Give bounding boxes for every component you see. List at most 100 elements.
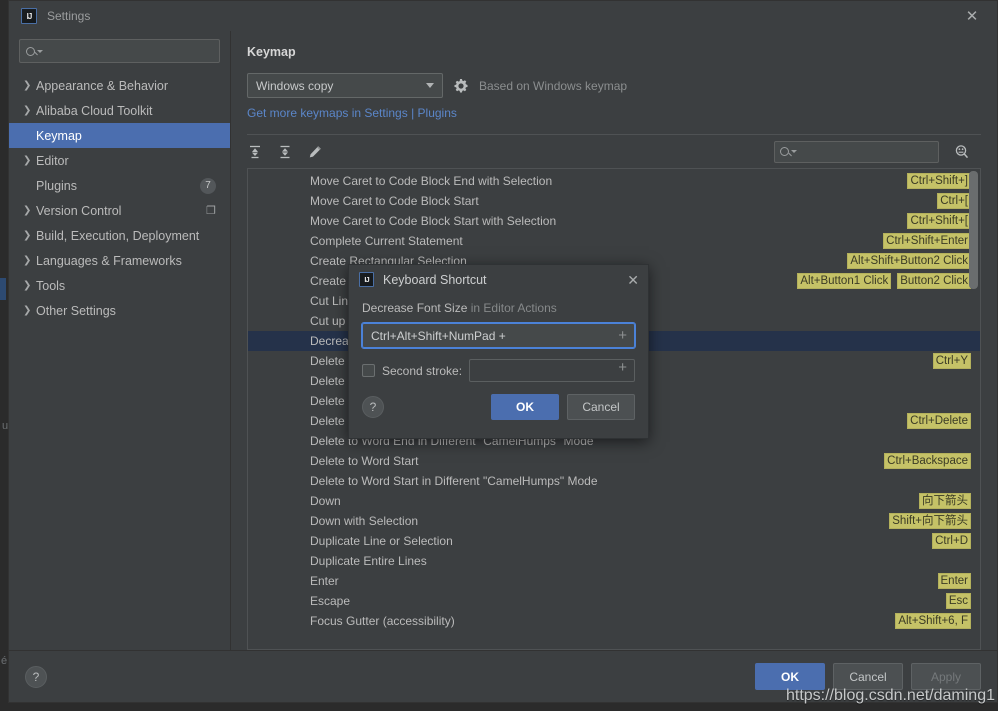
sidebar-item-build-execution-deployment[interactable]: ❯Build, Execution, Deployment (9, 223, 230, 248)
sidebar-item-label: Tools (36, 279, 65, 293)
chevron-right-icon[interactable]: ❯ (23, 205, 36, 216)
close-icon[interactable]: ✕ (627, 273, 639, 287)
action-row[interactable]: Move Caret to Code Block End with Select… (248, 171, 980, 191)
action-row[interactable]: Enter Enter (248, 571, 980, 591)
screen-root: u é IJ Settings ✕ ❯Appearance & Behavior… (0, 0, 998, 711)
action-row[interactable]: Down 向下箭头 (248, 491, 980, 511)
action-search-field[interactable] (774, 141, 939, 163)
sidebar-item-label: Other Settings (36, 304, 116, 318)
find-by-shortcut-icon[interactable] (953, 143, 971, 161)
sidebar-item-label: Keymap (36, 129, 82, 143)
dialog-cancel-button[interactable]: Cancel (567, 394, 635, 420)
first-stroke-value: Ctrl+Alt+Shift+NumPad + (371, 329, 506, 343)
cancel-button[interactable]: Cancel (833, 663, 903, 690)
shortcut-badge: Ctrl+Shift+[ (907, 213, 971, 229)
keymap-toolbar (247, 135, 981, 168)
dialog-ok-button[interactable]: OK (491, 394, 559, 420)
background-artifact (0, 278, 6, 300)
chevron-right-icon[interactable]: ❯ (23, 155, 36, 166)
sidebar-item-keymap[interactable]: Keymap (9, 123, 230, 148)
vertical-scrollbar[interactable] (969, 171, 978, 289)
action-row[interactable]: Delete to Word Start in Different "Camel… (248, 471, 980, 491)
action-name: Move Caret to Code Block End with Select… (248, 174, 552, 188)
sidebar-item-tools[interactable]: ❯Tools (9, 273, 230, 298)
shortcut-badge: Ctrl+Y (933, 353, 971, 369)
shortcut-badge: Alt+Shift+Button2 Click (847, 253, 971, 269)
get-more-keymaps-link[interactable]: Get more keymaps in Settings | Plugins (247, 106, 981, 120)
action-row[interactable]: Down with SelectionShift+向下箭头 (248, 511, 980, 531)
action-shortcuts: Enter (938, 573, 972, 589)
action-shortcuts: Ctrl+Shift+[ (907, 213, 971, 229)
sidebar-item-version-control[interactable]: ❯Version Control❐ (9, 198, 230, 223)
action-row[interactable]: Duplicate Line or SelectionCtrl+D (248, 531, 980, 551)
help-icon[interactable]: ? (362, 396, 384, 418)
action-name: Duplicate Entire Lines (248, 554, 427, 568)
action-search-input[interactable] (801, 145, 956, 159)
action-name: Complete Current Statement (248, 234, 463, 248)
help-icon[interactable]: ? (25, 666, 47, 688)
shortcut-badge: Alt+Button1 Click (797, 273, 891, 289)
background-artifact: é (1, 655, 7, 667)
shortcut-badge: Enter (938, 573, 972, 589)
based-on-label: Based on Windows keymap (479, 79, 627, 93)
sidebar-item-label: Languages & Frameworks (36, 254, 182, 268)
shortcut-badge: 向下箭头 (919, 493, 971, 509)
sidebar-item-plugins[interactable]: Plugins7 (9, 173, 230, 198)
sidebar-item-appearance-behavior[interactable]: ❯Appearance & Behavior (9, 73, 230, 98)
second-stroke-field[interactable]: + (469, 359, 635, 382)
sidebar-item-alibaba-cloud-toolkit[interactable]: ❯Alibaba Cloud Toolkit (9, 98, 230, 123)
ok-button[interactable]: OK (755, 663, 825, 690)
action-row[interactable]: Move Caret to Code Block StartCtrl+[ (248, 191, 980, 211)
second-stroke-row: Second stroke: + (362, 359, 635, 382)
action-row[interactable]: EscapeEsc (248, 591, 980, 611)
action-row[interactable]: Duplicate Entire Lines (248, 551, 980, 571)
chevron-right-icon[interactable]: ❯ (23, 280, 36, 291)
apply-button[interactable]: Apply (911, 663, 981, 690)
chevron-right-icon[interactable]: ❯ (23, 305, 36, 316)
chevron-down-icon (426, 83, 434, 88)
chevron-right-icon[interactable]: ❯ (23, 255, 36, 266)
gear-icon[interactable] (453, 78, 469, 94)
plus-icon[interactable]: + (618, 328, 627, 343)
action-name: Down (248, 494, 341, 508)
shortcut-badge: Ctrl+Shift+Enter (883, 233, 971, 249)
action-shortcuts: Ctrl+Shift+Enter (883, 233, 971, 249)
keymap-scheme-select[interactable]: Windows copy (247, 73, 443, 98)
dialog-titlebar: IJ Keyboard Shortcut ✕ (349, 265, 648, 294)
first-stroke-field[interactable]: Ctrl+Alt+Shift+NumPad + + (362, 323, 635, 348)
sidebar-item-other-settings[interactable]: ❯Other Settings (9, 298, 230, 323)
sidebar-item-label: Alibaba Cloud Toolkit (36, 104, 153, 118)
action-name: Enter (248, 574, 339, 588)
action-row[interactable]: Focus Gutter (accessibility)Alt+Shift+6,… (248, 611, 980, 631)
search-icon (26, 47, 35, 56)
close-icon[interactable]: ✕ (963, 7, 981, 25)
collapse-all-icon[interactable] (277, 144, 293, 160)
action-name: Move Caret to Code Block Start with Sele… (248, 214, 556, 228)
shortcut-badge: Ctrl+Backspace (884, 453, 971, 469)
sidebar-item-languages-frameworks[interactable]: ❯Languages & Frameworks (9, 248, 230, 273)
settings-sidebar: ❯Appearance & Behavior❯Alibaba Cloud Too… (9, 31, 231, 650)
chevron-down-icon (791, 150, 797, 153)
action-shortcuts: Ctrl+[ (937, 193, 971, 209)
edit-pencil-icon[interactable] (307, 144, 323, 160)
expand-all-icon[interactable] (247, 144, 263, 160)
intellij-logo-icon: IJ (359, 272, 374, 287)
sidebar-search[interactable] (19, 39, 220, 63)
window-titlebar: IJ Settings ✕ (9, 1, 997, 31)
action-name: Down with Selection (248, 514, 418, 528)
second-stroke-checkbox[interactable] (362, 364, 375, 377)
sidebar-item-label: Plugins (36, 179, 77, 193)
plus-icon[interactable]: + (618, 360, 627, 375)
action-row[interactable]: Move Caret to Code Block Start with Sele… (248, 211, 980, 231)
action-row[interactable]: Delete to Word StartCtrl+Backspace (248, 451, 980, 471)
chevron-down-icon (37, 50, 43, 53)
action-row[interactable]: Complete Current Statement Ctrl+Shift+Ent… (248, 231, 980, 251)
sidebar-item-label: Version Control (36, 204, 121, 218)
chevron-right-icon[interactable]: ❯ (23, 105, 36, 116)
chevron-right-icon[interactable]: ❯ (23, 230, 36, 241)
chevron-right-icon[interactable]: ❯ (23, 80, 36, 91)
sidebar-item-label: Appearance & Behavior (36, 79, 168, 93)
search-input[interactable] (47, 44, 213, 58)
action-shortcuts: Ctrl+Y (933, 353, 971, 369)
sidebar-item-editor[interactable]: ❯Editor (9, 148, 230, 173)
